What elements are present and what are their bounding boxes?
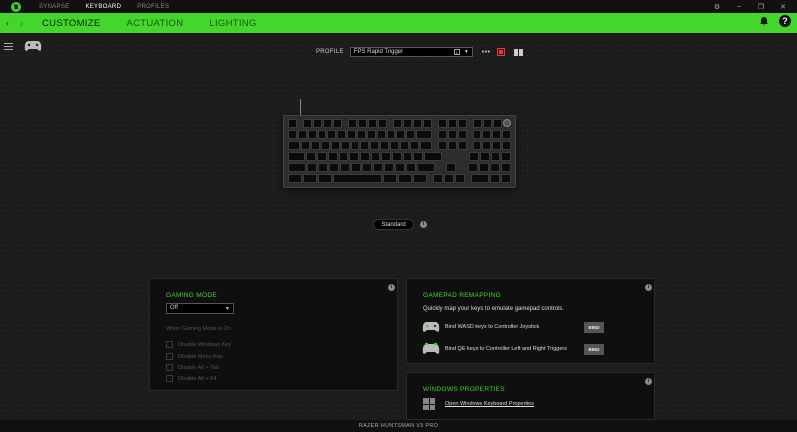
tab-bar: ‹ › CUSTOMIZE ACTUATION LIGHTING ? [0,13,797,33]
windows-properties-panel: i WINDOWS PROPERTIES Open Windows Keyboa… [406,372,655,420]
record-icon[interactable] [496,48,505,56]
tab-customize[interactable]: CUSTOMIZE [42,18,100,29]
forward-button[interactable]: › [20,18,28,28]
bell-icon[interactable] [759,16,769,26]
book-icon[interactable] [513,48,523,56]
main-area: PROFILE FPS Rapid Trigger 1 ▼ ••• Standa… [0,33,797,420]
checkbox-disable-alt-tab[interactable] [166,364,173,371]
checkbox-disable-windows-key[interactable] [166,341,173,348]
footer-device-name: RAZER HUNTSMAN V3 PRO [0,420,797,432]
top-nav-profiles[interactable]: PROFILES [137,4,169,10]
gamepad-icon[interactable] [24,40,42,52]
razer-logo-icon [11,1,21,12]
hamburger-icon[interactable] [4,43,13,52]
checkbox-disable-alt-f4[interactable] [166,375,173,382]
windows-icon [423,398,435,410]
open-keyboard-properties-link[interactable]: Open Windows Keyboard Properties [445,401,534,407]
chevron-down-icon: ▼ [463,49,469,55]
info-icon[interactable]: i [420,221,427,228]
bind-wasd-button[interactable]: BIND [584,322,604,333]
minimize-button[interactable]: – [735,3,743,10]
gaming-mode-panel: i GAMING MODE Off ▼ When Gaming Mode is … [149,278,398,391]
checkbox-disable-menu-key[interactable] [166,353,173,360]
gamepad-remapping-panel: i GAMEPAD REMAPPING Quickly map your key… [406,278,655,364]
header-icons: ? [759,15,791,27]
windows-properties-title: WINDOWS PROPERTIES [423,386,505,393]
bind-qe-button[interactable]: BIND [584,344,604,355]
profile-row: PROFILE FPS Rapid Trigger 1 ▼ ••• [316,47,523,57]
bind-wasd-label: Bind WASD keys to Controller Joystick [445,324,540,330]
chevron-down-icon: ▼ [225,306,230,312]
tab-lighting[interactable]: LIGHTING [209,18,256,29]
profile-value: FPS Rapid Trigger [353,49,404,55]
windows-info-icon[interactable]: i [645,378,652,385]
label-disable-alt-tab: Disable Alt + Tab [178,365,220,371]
top-nav-synapse[interactable]: SYNAPSE [39,4,69,10]
keyboard-image[interactable] [283,115,516,188]
gaming-mode-dropdown[interactable]: Off ▼ [166,303,234,314]
window-controls: ⚙ – ❐ ✕ [713,0,787,13]
mode-pill-standard[interactable]: Standard [373,219,414,230]
more-options-icon[interactable]: ••• [482,49,491,56]
label-disable-menu-key: Disable Menu Key [178,354,223,360]
profile-label: PROFILE [316,49,344,55]
gaming-mode-title: GAMING MODE [166,292,217,299]
close-button[interactable]: ✕ [779,3,787,11]
label-disable-windows-key: Disable Windows Key [178,342,232,348]
keyboard-pointer-line [300,99,301,115]
profile-slot-badge: 1 [453,49,460,55]
title-bar: SYNAPSE KEYBOARD PROFILES ⚙ – ❐ ✕ [0,0,797,13]
gamepad-title: GAMEPAD REMAPPING [423,292,501,299]
maximize-button[interactable]: ❐ [757,3,765,11]
help-icon[interactable]: ? [779,15,791,27]
gamepad-icon [422,343,440,354]
back-button[interactable]: ‹ [6,18,14,28]
device-name: RAZER HUNTSMAN V3 PRO [358,423,439,429]
label-disable-alt-f4: Disable Alt + F4 [178,376,217,382]
gaming-mode-subheading: When Gaming Mode is On [166,326,231,332]
settings-gear-icon[interactable]: ⚙ [713,3,721,11]
profile-dropdown[interactable]: FPS Rapid Trigger 1 ▼ [349,47,473,57]
top-nav-keyboard[interactable]: KEYBOARD [85,4,121,10]
tab-actuation[interactable]: ACTUATION [126,18,183,29]
gamepad-icon [422,322,440,332]
tabs: CUSTOMIZE ACTUATION LIGHTING [42,18,283,29]
top-nav: SYNAPSE KEYBOARD PROFILES [39,4,185,10]
bind-qe-label: Bind QE keys to Controller Left and Righ… [445,346,567,352]
gaming-mode-info-icon[interactable]: i [388,284,395,291]
gamepad-description: Quickly map your keys to emulate gamepad… [423,306,565,312]
gamepad-info-icon[interactable]: i [645,284,652,291]
gaming-mode-value: Off [170,305,178,311]
